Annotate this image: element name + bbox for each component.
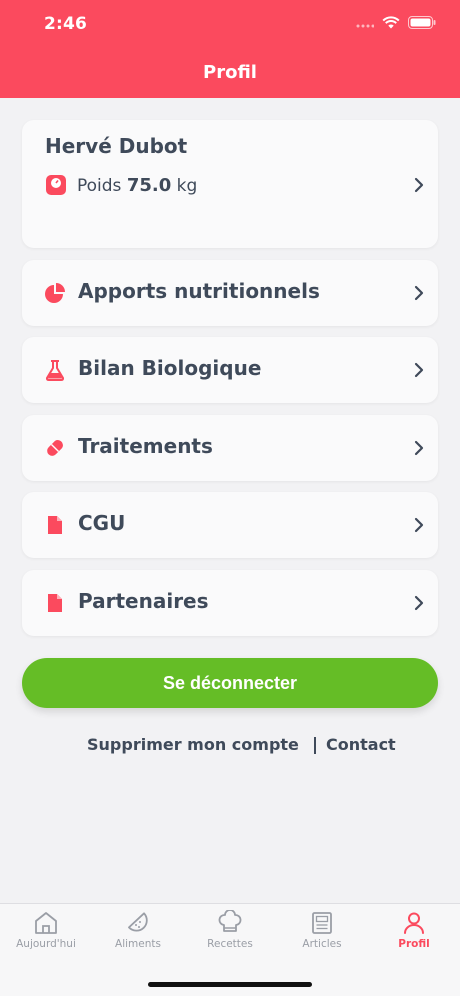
tab-label: Aliments xyxy=(115,938,161,950)
menu-item-apports-nutritionnels[interactable]: Apports nutritionnels xyxy=(22,260,438,326)
header: 2:46 Profil xyxy=(0,0,460,98)
chevron-right-icon xyxy=(414,177,424,193)
menu-item-bilan-biologique[interactable]: Bilan Biologique xyxy=(22,337,438,403)
home-icon xyxy=(35,912,57,934)
weight-unit: kg xyxy=(176,175,198,196)
tab-label: Articles xyxy=(302,938,342,950)
delete-account-link[interactable]: Supprimer mon compte xyxy=(87,735,299,754)
weight-row: Poids 75.0 kg xyxy=(45,174,197,196)
newspaper-icon xyxy=(312,912,332,934)
profile-card[interactable]: Hervé Dubot Poids 75.0 kg xyxy=(22,120,438,248)
tab-aliments[interactable]: Aliments xyxy=(92,910,184,962)
home-indicator xyxy=(148,982,312,987)
weight-value: 75.0 xyxy=(126,174,172,196)
chevron-right-icon xyxy=(414,285,424,301)
menu-item-label: Partenaires xyxy=(78,589,209,613)
menu-item-label: Apports nutritionnels xyxy=(78,279,320,303)
user-icon xyxy=(404,912,424,934)
tab-label: Aujourd'hui xyxy=(16,938,76,950)
profile-name: Hervé Dubot xyxy=(45,134,188,158)
menu-item-label: Traitements xyxy=(78,434,213,458)
document-icon xyxy=(48,594,62,612)
chevron-right-icon xyxy=(414,517,424,533)
page-title: Profil xyxy=(203,62,257,83)
signal-icon xyxy=(356,24,374,27)
footer-links: Supprimer mon compte Contact xyxy=(0,735,460,757)
tab-recettes[interactable]: Recettes xyxy=(184,910,276,962)
menu-item-label: CGU xyxy=(78,511,126,535)
pie-chart-icon xyxy=(45,283,65,303)
menu-item-cgu[interactable]: CGU xyxy=(22,492,438,558)
tab-label: Recettes xyxy=(207,938,253,950)
status-icons xyxy=(356,16,436,29)
logout-button[interactable]: Se déconnecter xyxy=(22,658,438,708)
wifi-icon xyxy=(382,16,400,29)
tab-articles[interactable]: Articles xyxy=(276,910,368,962)
chevron-right-icon xyxy=(414,595,424,611)
tab-label: Profil xyxy=(398,938,430,950)
menu-item-label: Bilan Biologique xyxy=(78,356,262,380)
status-time: 2:46 xyxy=(44,14,88,34)
chevron-right-icon xyxy=(414,362,424,378)
chef-hat-icon xyxy=(218,910,242,932)
document-icon xyxy=(48,516,62,534)
status-bar: 2:46 xyxy=(0,14,460,38)
pill-icon xyxy=(47,440,63,456)
menu-item-traitements[interactable]: Traitements xyxy=(22,415,438,481)
weight-label: Poids xyxy=(77,175,122,196)
link-separator xyxy=(314,737,316,754)
scale-icon xyxy=(46,175,66,195)
tab-profil[interactable]: Profil xyxy=(368,910,460,962)
flask-icon xyxy=(45,360,65,381)
battery-icon xyxy=(408,16,436,29)
contact-link[interactable]: Contact xyxy=(326,735,396,754)
tab-aujourdhui[interactable]: Aujourd'hui xyxy=(0,910,92,962)
menu-item-partenaires[interactable]: Partenaires xyxy=(22,570,438,636)
watermelon-icon xyxy=(128,912,148,932)
chevron-right-icon xyxy=(414,440,424,456)
